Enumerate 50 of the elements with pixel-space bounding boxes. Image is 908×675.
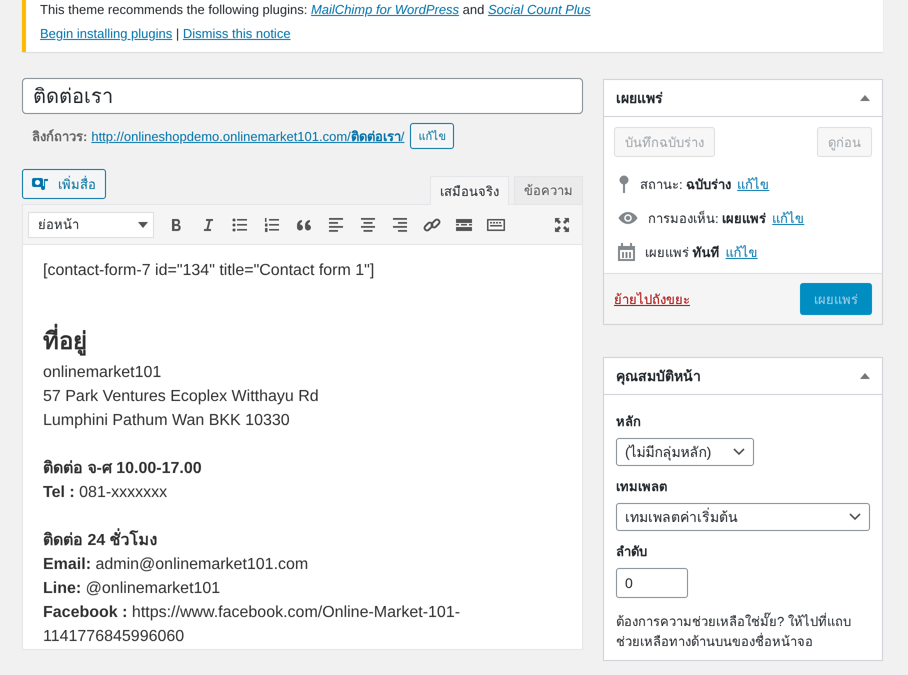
- media-icon: [32, 176, 50, 192]
- panel-title: คุณสมบัติหน้า: [616, 367, 701, 387]
- collapse-icon[interactable]: [860, 95, 870, 101]
- template-dropdown[interactable]: เทมเพลตค่าเริ่มต้น: [616, 503, 870, 531]
- trash-link[interactable]: ย้ายไปถังขยะ: [614, 288, 690, 310]
- content-text: ติดต่อ 24 ชั่วโมง: [43, 529, 562, 553]
- editor-tab[interactable]: ข้อความ: [514, 176, 583, 204]
- status-text: สถานะ: ฉบับร่าง: [640, 176, 732, 194]
- order-label: ลำดับ: [616, 543, 648, 561]
- edit-link[interactable]: แก้ไข: [772, 208, 804, 228]
- panel-title: เผยแพร่: [616, 89, 663, 108]
- content-text: ติดต่อ จ-ศ 10.00-17.00: [43, 458, 203, 479]
- caret-icon: [138, 222, 148, 228]
- permalink-link[interactable]: http://onlineshopdemo.onlinemarket101.com/ติดต่อเรา/: [91, 126, 404, 146]
- edit-link[interactable]: แก้ไข: [726, 242, 758, 262]
- eye-icon: [618, 211, 638, 225]
- notice-text: This theme recommends the following plugins: MailChimp for WordPress and Social Count Plus: [40, 1, 592, 19]
- parent-dropdown[interactable]: (ไม่มีกลุ่มหลัก): [616, 438, 754, 466]
- separator-text: |: [176, 26, 180, 41]
- content-heading: ที่อยู่: [43, 323, 562, 361]
- editor-tab[interactable]: เสมือนจริง: [430, 176, 509, 205]
- content-text: [contact-form-7 id="134" title="Contact form 1"]: [43, 261, 376, 281]
- content-text: Tel : 081-xxxxxxx: [43, 483, 168, 503]
- help-text: ต้องการความช่วยเหลือใช่มั๊ย? ให้ไปที่แถบช่วยเหลือทางด้านบนของชื่อหน้าจอ: [616, 612, 852, 651]
- edit-link[interactable]: แก้ไข: [737, 174, 770, 194]
- template-label: เทมเพลต: [616, 478, 668, 496]
- content-text: Email: admin@onlinemarket101.com: [43, 555, 310, 575]
- status-text: เผยแพร่ ทันที: [645, 244, 720, 262]
- parent-label: หลัก: [616, 413, 642, 431]
- permalink-label: ลิงก์ถาวร:: [32, 128, 88, 146]
- edit-button[interactable]: แก้ไข: [410, 123, 454, 149]
- format-dropdown[interactable]: ย่อหน้า: [28, 212, 154, 238]
- pin-icon: [618, 175, 630, 193]
- chevron-icon: [733, 448, 745, 456]
- title-field[interactable]: ติดต่อเรา: [22, 78, 583, 114]
- chevron-icon: [849, 513, 861, 521]
- content-text: Lumphini Pathum Wan BKK 10330: [43, 411, 291, 431]
- plugin-link[interactable]: Social Count Plus: [488, 2, 591, 17]
- content-text: onlinemarket101: [43, 363, 162, 383]
- status-text: การมองเห็น: เผยแพร่: [648, 210, 766, 228]
- calendar-icon: [618, 243, 635, 261]
- content-text: Facebook : https://www.facebook.com/Online-Market-101-1141776845996060: [43, 603, 462, 647]
- install-link[interactable]: Begin installing plugins: [40, 26, 172, 41]
- plugin-link[interactable]: MailChimp for WordPress: [310, 2, 460, 17]
- content-text: 57 Park Ventures Ecoplex Witthayu Rd: [43, 387, 320, 407]
- content-text: Line: @onlinemarket101: [43, 579, 222, 599]
- add-media-button[interactable]: เพิ่มสื่อ: [22, 169, 106, 199]
- dismiss-link[interactable]: Dismiss this notice: [182, 26, 291, 41]
- order-field[interactable]: 0: [616, 568, 688, 598]
- collapse-icon[interactable]: [860, 373, 870, 379]
